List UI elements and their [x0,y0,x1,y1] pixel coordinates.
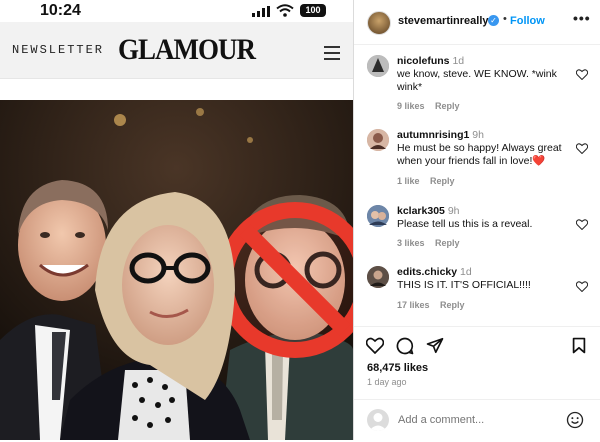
heart-icon[interactable] [576,69,588,80]
comment-item: kclark305 9h Please tell us this is a re… [354,205,600,253]
bookmark-icon[interactable] [572,337,586,354]
article-photo [0,100,353,440]
comment-time: 1d [452,55,465,67]
comment-meta: 3 likes Reply [397,238,468,248]
battery-icon: 100 [300,4,326,17]
separator-dot: • [503,13,507,25]
phone-screenshot: 10:24 100 NEWSLETTER GLAMOUR [0,0,353,440]
profile-photo-icon [367,266,389,288]
comment-time: 9h [472,129,484,141]
heart-icon[interactable] [576,281,588,292]
default-user-icon [369,413,387,431]
comment-likes[interactable]: 1 like [397,176,420,186]
pine-tree-icon [367,55,389,77]
comment-text: THIS IS IT. IT'S OFFICIAL!!!! [397,279,531,291]
commenter-username[interactable]: nicolefuns [397,55,450,67]
hamburger-menu-icon[interactable] [324,46,340,64]
status-time: 10:24 [40,2,81,19]
follow-button[interactable]: Follow [510,15,545,27]
more-options-icon[interactable]: ••• [573,10,591,26]
commenter-avatar[interactable] [367,205,389,227]
comments-panel: stevemartinreally ✓ • Follow ••• nicolef… [353,0,600,440]
share-icon[interactable] [426,337,444,354]
viewer-avatar [367,409,389,431]
comment-meta: 17 likes Reply [397,300,473,310]
comment-header: edits.chicky 1d [397,266,472,278]
author-username[interactable]: stevemartinreally [398,15,489,27]
reply-button[interactable]: Reply [435,238,460,248]
profile-photo-icon [367,129,389,151]
verified-badge-icon: ✓ [488,15,499,26]
reply-button[interactable]: Reply [435,101,460,111]
commenter-avatar[interactable] [367,129,389,151]
commenter-username[interactable]: edits.chicky [397,266,457,278]
post-actions: 68,475 likes 1 day ago [354,326,600,441]
signal-icon [252,6,270,17]
comment-icon[interactable] [396,337,414,355]
comment-likes[interactable]: 3 likes [397,238,425,248]
comment-item: nicolefuns 1d we know, steve. WE KNOW. *… [354,55,600,115]
commenter-avatar[interactable] [367,266,389,288]
commenter-username[interactable]: autumnrising1 [397,129,469,141]
comment-meta: 1 like Reply [397,176,463,186]
comment-item: autumnrising1 9h He must be so happy! Al… [354,129,600,189]
reply-button[interactable]: Reply [430,176,455,186]
comment-text: we know, steve. WE KNOW. *wink wink* [397,68,557,93]
post-header: stevemartinreally ✓ • Follow ••• [354,0,600,45]
like-heart-icon[interactable] [366,337,384,354]
site-logo[interactable]: GLAMOUR [118,32,256,66]
comment-item: edits.chicky 1d THIS IS IT. IT'S OFFICIA… [354,266,600,314]
comment-header: autumnrising1 9h [397,129,484,141]
newsletter-link[interactable]: NEWSLETTER [12,43,104,57]
comment-text: Please tell us this is a reveal. [397,218,533,230]
reply-button[interactable]: Reply [440,300,465,310]
photo-illustration [0,100,353,440]
post-age: 1 day ago [367,377,407,387]
heart-icon[interactable] [576,143,588,154]
profile-photo-icon [367,205,389,227]
comment-likes[interactable]: 17 likes [397,300,430,310]
comment-time: 9h [447,205,460,217]
comment-text: He must be so happy! Always great when y… [397,142,562,167]
comment-header: nicolefuns 1d [397,55,464,67]
add-comment-bar [354,399,600,442]
author-avatar[interactable] [367,11,391,35]
wifi-icon [276,4,294,17]
comment-time: 1d [460,266,472,278]
comment-meta: 9 likes Reply [397,101,468,111]
site-navbar: NEWSLETTER GLAMOUR [0,22,353,78]
heart-icon[interactable] [576,219,588,230]
status-bar: 10:24 100 [0,0,353,22]
likes-count[interactable]: 68,475 likes [367,362,428,374]
emoji-icon[interactable] [566,411,584,429]
comment-likes[interactable]: 9 likes [397,101,425,111]
commenter-avatar[interactable] [367,55,389,77]
divider [0,78,353,101]
comment-header: kclark305 9h [397,205,460,217]
add-comment-input[interactable] [398,414,548,426]
commenter-username[interactable]: kclark305 [397,205,445,217]
